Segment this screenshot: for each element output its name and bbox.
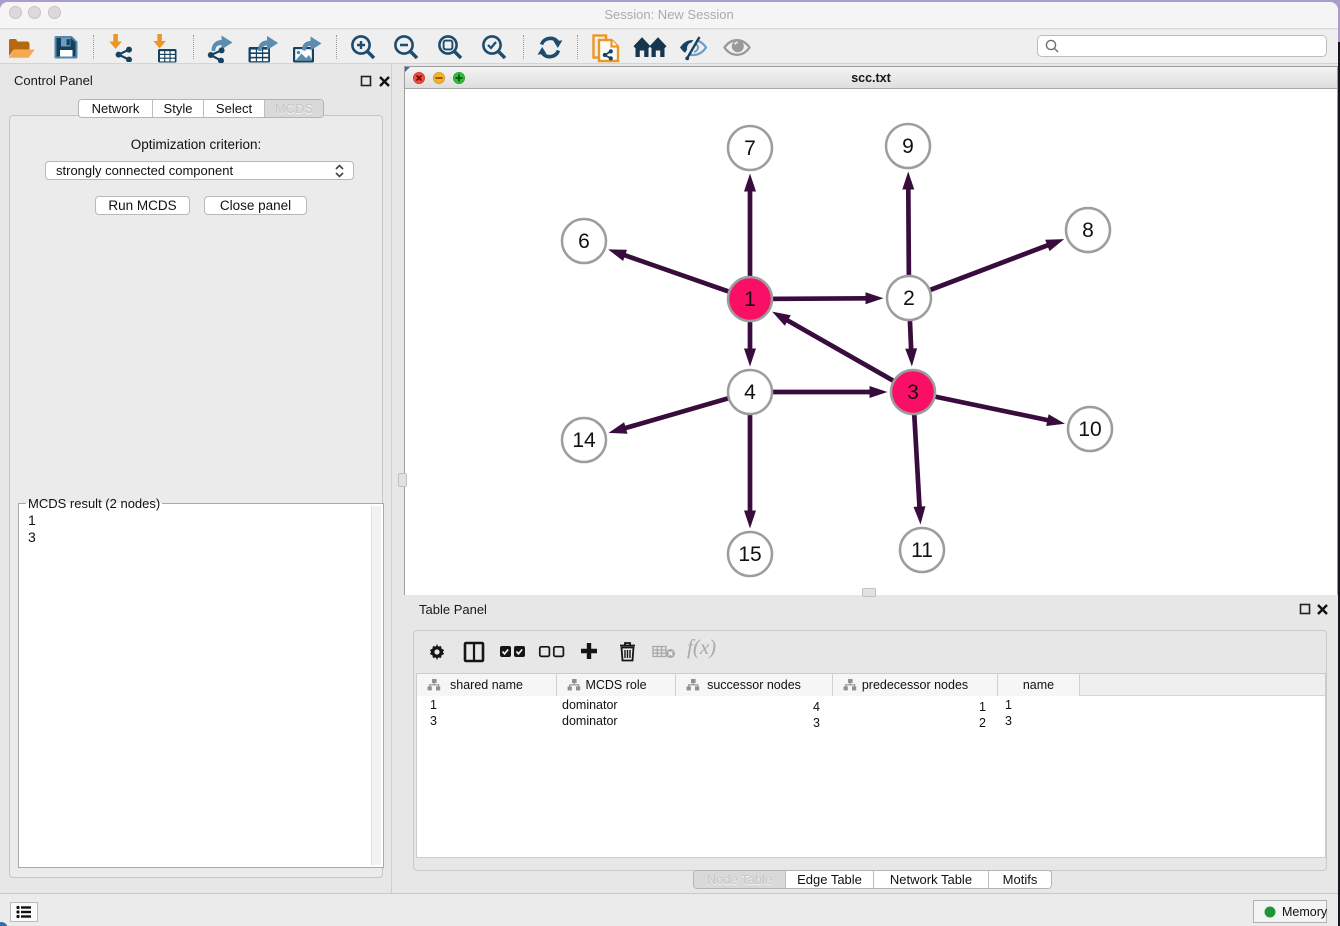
- svg-text:3: 3: [907, 381, 919, 404]
- svg-text:8: 8: [1082, 219, 1094, 242]
- svg-text:11: 11: [911, 539, 933, 562]
- svg-text:9: 9: [902, 135, 914, 158]
- svg-text:1: 1: [744, 288, 756, 311]
- svg-text:2: 2: [903, 287, 915, 310]
- svg-text:4: 4: [744, 381, 756, 404]
- svg-text:7: 7: [744, 137, 756, 160]
- svg-text:10: 10: [1078, 418, 1101, 441]
- svg-text:6: 6: [578, 230, 590, 253]
- svg-text:14: 14: [572, 429, 596, 452]
- svg-text:15: 15: [738, 543, 761, 566]
